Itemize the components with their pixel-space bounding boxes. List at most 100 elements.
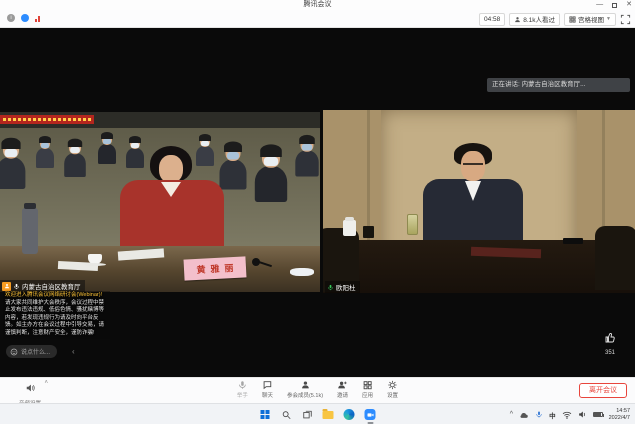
mug	[363, 226, 374, 238]
button-label: 举手	[237, 391, 248, 399]
leave-meeting-button[interactable]: 离开会议	[579, 383, 627, 398]
audience-member	[126, 138, 144, 168]
teacup	[343, 220, 356, 236]
video-tile-right[interactable]: 欧阳杜	[323, 110, 635, 293]
shape	[264, 157, 278, 166]
video-label-right: 欧阳杜	[325, 281, 360, 293]
shape	[299, 135, 315, 144]
shape	[295, 151, 318, 177]
shape	[255, 166, 287, 202]
hidden-icons-chevron-icon[interactable]: ^	[510, 411, 513, 418]
window-title: 腾讯会议	[0, 0, 635, 10]
thumbs-up-icon	[604, 332, 616, 344]
wifi-icon[interactable]	[562, 411, 572, 419]
security-shield-icon[interactable]	[21, 14, 29, 22]
speaker-icon	[25, 383, 36, 393]
invite-button[interactable]: 邀请	[337, 380, 348, 399]
shape	[266, 415, 270, 419]
shape	[36, 148, 54, 168]
network-signal-icon[interactable]	[35, 15, 40, 22]
chat-placeholder: 说点什么...	[21, 347, 50, 356]
video-stage: 正在讲话: 内蒙古自治区教育厅... 黄雅丽	[0, 28, 635, 377]
apps-icon	[363, 380, 373, 390]
battery-icon[interactable]	[593, 412, 603, 417]
shape	[70, 147, 80, 153]
maximize-icon[interactable]	[612, 3, 617, 8]
audience-member	[295, 138, 318, 177]
volume-icon[interactable]	[578, 410, 587, 419]
search-icon	[281, 410, 291, 420]
participant-name: 内蒙古自治区教育厅	[22, 281, 81, 291]
shape	[103, 139, 111, 144]
meeting-timer: 04:58	[479, 13, 505, 26]
tencent-meeting-taskbar-button[interactable]	[364, 409, 376, 421]
shape	[41, 143, 49, 148]
shape	[129, 136, 141, 143]
person-icon	[4, 283, 10, 289]
speaking-toast: 正在讲话: 内蒙古自治区教育厅...	[487, 78, 630, 92]
participants-button[interactable]: 参会成员(5.1k)	[287, 380, 323, 399]
edge-browser-button[interactable]	[343, 409, 355, 421]
shape	[266, 410, 270, 414]
video-tile-left[interactable]: 黄雅丽 内蒙古自治区教育厅	[0, 112, 320, 292]
taskbar-clock[interactable]: 14:57 2022/4/7	[609, 408, 630, 421]
minimize-icon[interactable]: —	[596, 0, 603, 10]
shape	[461, 151, 485, 181]
chevron-up-icon[interactable]: ˄	[44, 380, 48, 386]
person-icon	[514, 16, 521, 23]
view-mode-chip[interactable]: 宫格视图 ▼	[564, 13, 616, 26]
shape	[261, 415, 265, 419]
cloud-icon[interactable]	[519, 411, 529, 419]
phone	[563, 238, 583, 244]
tray-mic-icon[interactable]	[535, 410, 543, 419]
file-explorer-button[interactable]	[322, 409, 334, 421]
camera-icon	[366, 411, 374, 419]
settings-gear-icon	[388, 380, 398, 390]
shape	[39, 136, 51, 143]
viewer-count-chip[interactable]: 8.1k人看过	[509, 13, 560, 26]
shape	[261, 410, 265, 414]
settings-button[interactable]: 设置	[387, 380, 398, 399]
edge-icon	[344, 409, 355, 420]
search-button[interactable]	[280, 409, 292, 421]
audience-member	[0, 141, 25, 189]
meeting-app-icon	[365, 409, 376, 420]
task-view-icon	[302, 410, 312, 420]
start-button[interactable]	[259, 409, 271, 421]
likes-reaction[interactable]: 351	[596, 331, 624, 356]
raise-hand-button[interactable]: 举手	[237, 380, 248, 399]
avatar	[2, 282, 11, 291]
likes-count: 351	[596, 350, 624, 356]
shape	[35, 19, 37, 22]
chat-icon	[262, 380, 272, 390]
emoji-icon	[10, 348, 18, 356]
invite-icon	[338, 380, 348, 390]
titlebar: 腾讯会议 — ✕	[0, 0, 635, 10]
clock-date: 2022/4/7	[609, 415, 630, 421]
timer-value: 04:58	[484, 16, 500, 23]
task-view-button[interactable]	[301, 409, 313, 421]
button-label: 应用	[362, 391, 373, 399]
fullscreen-icon[interactable]	[620, 14, 631, 25]
button-label: 设置	[387, 391, 398, 399]
toolbar-right: 04:58 8.1k人看过 宫格视图 ▼	[479, 12, 631, 26]
ime-indicator[interactable]: 中	[549, 410, 556, 420]
collapse-chevron-icon[interactable]: ‹	[72, 345, 75, 358]
shape	[196, 146, 214, 166]
chat-button[interactable]: 聊天	[262, 380, 273, 399]
chat-quick-input[interactable]: 说点什么...	[6, 345, 57, 358]
window-controls: — ✕	[596, 0, 632, 10]
taskbar-center	[259, 404, 376, 424]
meeting-info-icon[interactable]: i	[7, 14, 15, 22]
webinar-announcement: 欢迎进入腾讯会议网络研讨会(Webinar)! 请大家共同维护大会秩序，会议过程…	[3, 291, 110, 339]
shape	[201, 141, 209, 146]
shape	[302, 144, 312, 151]
announcement-body: 请大家共同维护大会秩序，会议过程中禁止发布违法违规、低俗色情、骚扰赌博等内容，若…	[5, 300, 104, 336]
shape	[5, 149, 18, 157]
shape	[38, 16, 40, 22]
close-icon[interactable]: ✕	[626, 0, 632, 10]
apps-button[interactable]: 应用	[362, 380, 373, 399]
audience-member	[196, 136, 214, 166]
table-microphone	[252, 258, 260, 266]
shape	[224, 142, 242, 153]
